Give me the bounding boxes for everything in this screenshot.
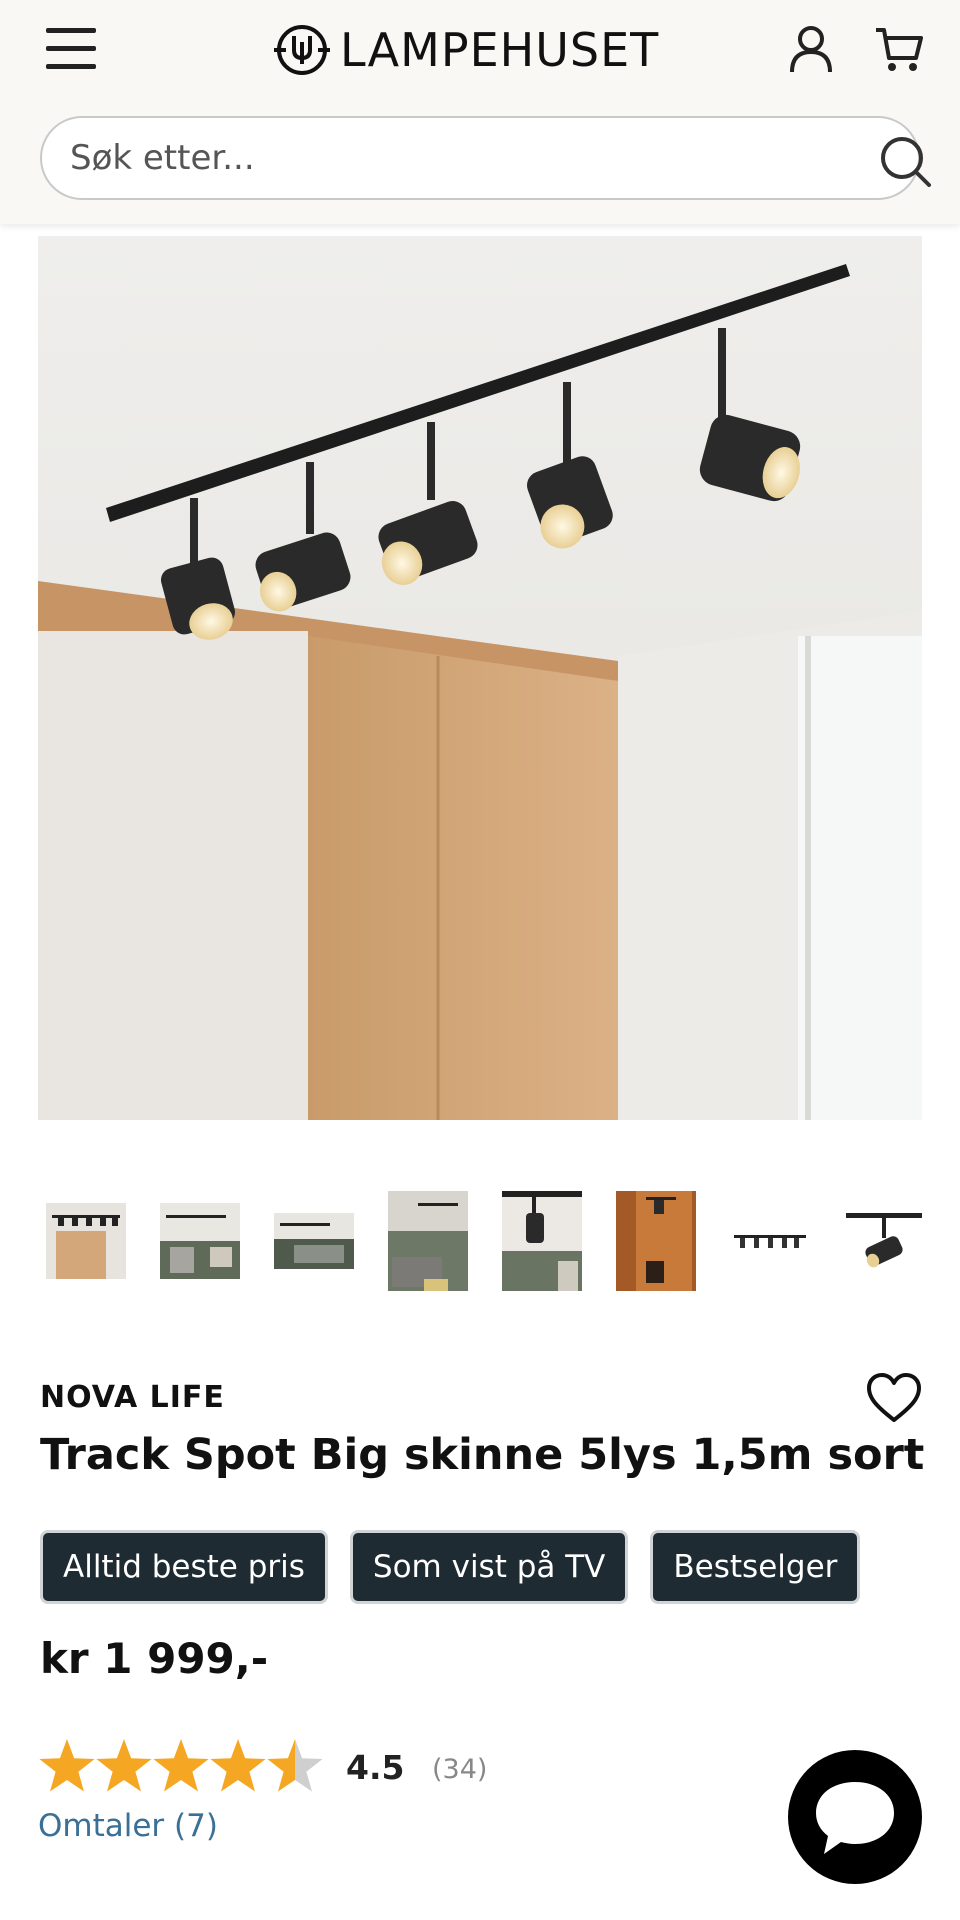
hamburger-menu-icon[interactable] (46, 26, 100, 72)
gallery-thumbnail[interactable] (844, 1191, 924, 1291)
chat-button[interactable] (788, 1750, 922, 1884)
star-icon (39, 1739, 95, 1792)
site-logo[interactable]: LAMPEHUSET (272, 20, 659, 80)
search-icon[interactable] (878, 134, 932, 188)
reviews-link[interactable]: Omtaler (7) (38, 1808, 218, 1844)
gallery-thumbnail[interactable] (388, 1191, 468, 1291)
star-icon (210, 1739, 266, 1792)
star-icon (267, 1739, 323, 1792)
gallery-thumbnail[interactable] (502, 1191, 582, 1291)
gallery-thumbnail[interactable] (730, 1191, 810, 1291)
rating-count: (34) (432, 1754, 488, 1785)
user-icon[interactable] (788, 24, 834, 74)
product-brand[interactable]: NOVA LIFE (40, 1380, 225, 1415)
rating-stars[interactable] (38, 1734, 326, 1798)
rating-value: 4.5 (346, 1748, 405, 1787)
star-icon (96, 1739, 152, 1792)
logo-text: LAMPEHUSET (340, 23, 660, 77)
search-bar (40, 116, 931, 200)
chat-bubble-icon (816, 1782, 894, 1854)
gallery-thumbnail[interactable] (46, 1191, 126, 1291)
product-badges: Alltid beste pris Som vist på TV Bestsel… (40, 1530, 861, 1604)
badge-seen-on-tv: Som vist på TV (349, 1530, 629, 1604)
heart-icon[interactable] (866, 1372, 922, 1424)
thumbnail-strip (40, 1186, 924, 1296)
star-icon (153, 1739, 209, 1792)
product-title: Track Spot Big skinne 5lys 1,5m sort (40, 1430, 925, 1480)
gallery-thumbnail[interactable] (274, 1191, 354, 1291)
gallery-thumbnail[interactable] (160, 1191, 240, 1291)
search-input[interactable] (70, 132, 830, 184)
product-main-image[interactable] (38, 236, 922, 1120)
logo-bulb-icon (274, 25, 330, 75)
site-header: LAMPEHUSET (0, 0, 960, 224)
badge-bestseller: Bestselger (650, 1530, 861, 1604)
shopping-cart-icon[interactable] (874, 24, 924, 74)
badge-best-price: Alltid beste pris (40, 1530, 328, 1604)
product-price: kr 1 999,- (40, 1634, 269, 1683)
gallery-thumbnail[interactable] (616, 1191, 696, 1291)
